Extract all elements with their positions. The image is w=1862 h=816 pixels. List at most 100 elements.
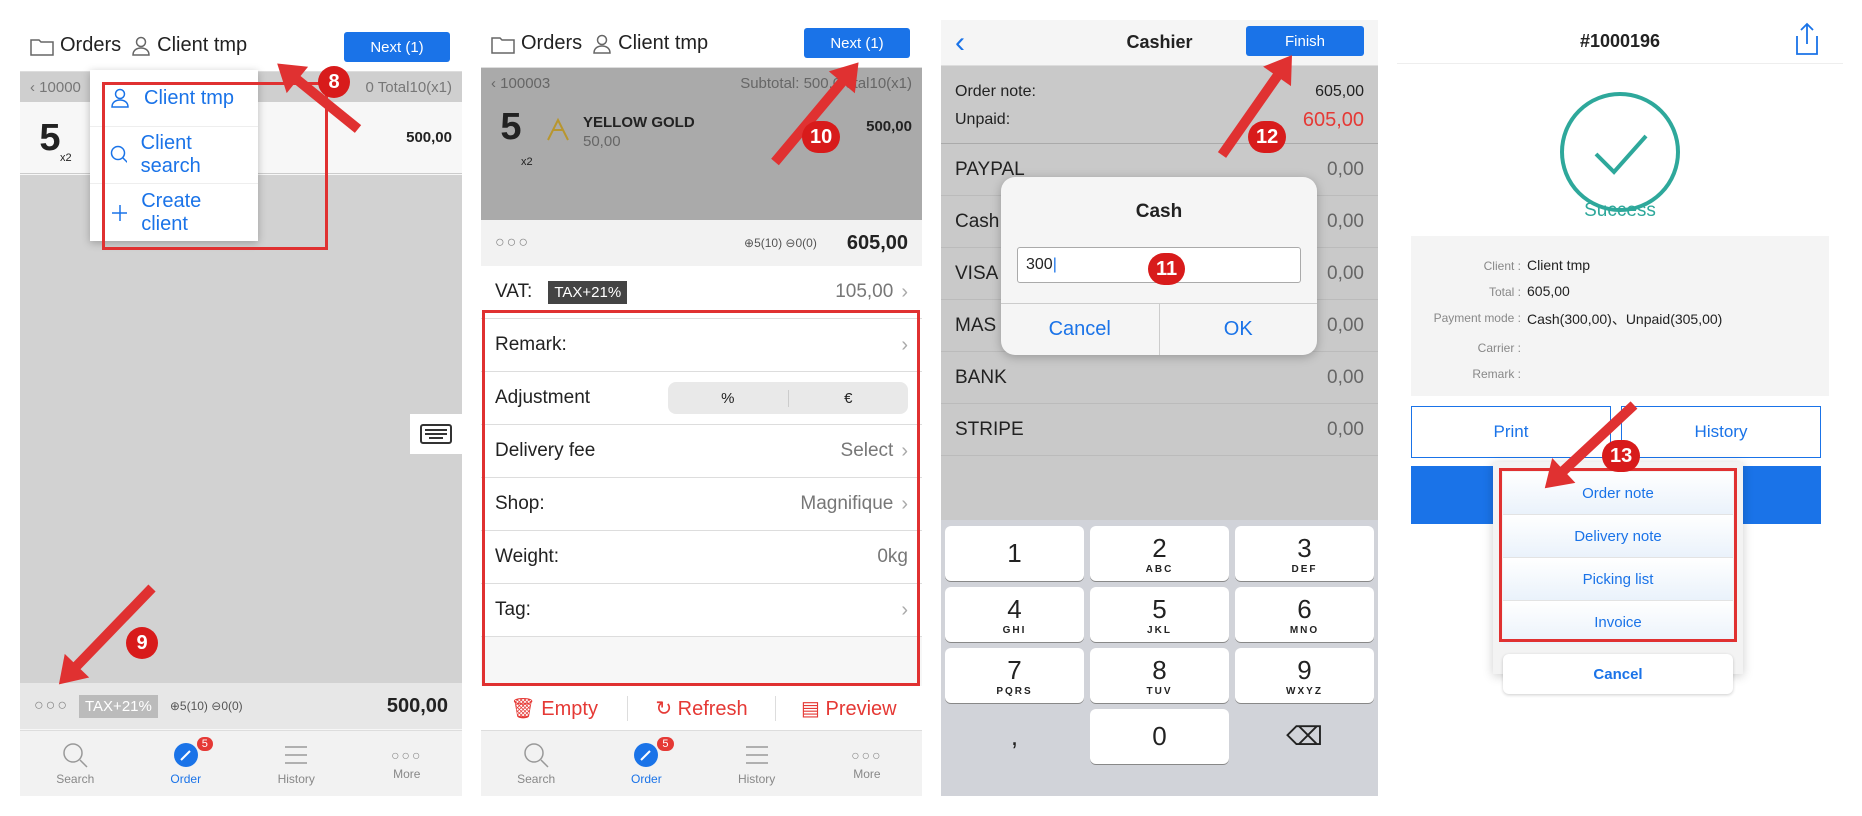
refresh-button[interactable]: ↻ Refresh [628,695,776,721]
tab-label: History [277,771,315,786]
step-badge: 9 [126,627,158,659]
item-unit-price: 50,00 [583,133,621,150]
key-6[interactable]: 6 MNO [1235,587,1374,642]
back-chevron-icon[interactable]: ‹ [955,26,965,60]
orders-crumb[interactable]: Orders [491,32,582,55]
key-digit: 1 [1007,538,1022,568]
jewelry-icon [547,117,569,141]
sheet-cancel-button[interactable]: Cancel [1503,654,1733,694]
order-details: Client : Client tmp Total : 605,00 Payment… [1411,236,1829,396]
tab-history[interactable]: History [702,731,812,796]
key-backspace[interactable]: ⌫ [1235,709,1374,764]
next-button[interactable]: Next (1) [804,28,910,58]
key-letters: GHI [1002,624,1027,636]
key-digit: 7 [1007,654,1022,685]
highlight-box [1499,468,1737,642]
search-icon [524,742,549,768]
dialog-cancel-button[interactable]: Cancel [1001,304,1160,355]
item-qty-sub: x2 [521,156,533,168]
detail-label: Payment mode : [1433,311,1521,325]
more-icon: ○○○ [391,746,423,763]
unpaid-label: Unpaid: [955,111,1011,128]
finish-button[interactable]: Finish [1246,26,1364,56]
key-digit: 9 [1297,654,1312,685]
plus-count: 5(10) [179,699,208,713]
step-badge: 8 [318,66,350,98]
key-9[interactable]: 9 WXYZ [1235,648,1374,703]
key-7[interactable]: 7 PQRS [945,648,1084,703]
method-amount: 0,00 [1327,314,1364,336]
success-label: Success [1584,200,1656,221]
key-letters: MNO [1289,624,1320,636]
key-digit: 5 [1152,593,1167,624]
key-digit: 8 [1152,654,1167,685]
tab-order[interactable]: 5 Order [591,731,701,796]
step-badge: 11 [1148,253,1186,285]
orders-crumb[interactable]: Orders [30,34,121,57]
key-letters: ABC [1145,563,1174,575]
method-name: VISA [955,262,999,284]
more-dots[interactable]: ○○○ [34,697,69,715]
more-dots[interactable]: ○○○ [495,234,530,252]
unpaid-value: 605,00 [1302,109,1364,131]
plus-count: 5(10) [754,236,783,250]
client-crumb[interactable]: Client tmp [592,32,708,55]
key-2[interactable]: 2 ABC [1090,526,1229,581]
order-icon [634,742,659,767]
key-3[interactable]: 3 DEF [1235,526,1374,581]
back-order[interactable]: ‹ 10000 [30,79,81,96]
share-icon[interactable] [1793,22,1821,56]
client-crumb[interactable]: Client tmp [131,34,247,57]
key-digit: 6 [1297,593,1312,624]
empty-button[interactable]: 🗑 Empty [481,695,629,721]
tab-label: Search [517,771,556,786]
step-badge: 12 [1248,121,1287,153]
subtotal-text: Subtotal: 500,0 [740,74,842,92]
item-qty-sub: x2 [60,152,72,164]
dialog-title: Cash [1135,201,1183,222]
detail-label: Total : [1488,285,1521,299]
order-summary: ○○○ ⊕5(10) ⊖0(0) 605,00 [481,220,922,266]
step-badge: 10 [802,121,841,153]
dialog-ok-button[interactable]: OK [1160,304,1318,355]
preview-button[interactable]: ▤ Preview [776,696,922,721]
key-8[interactable]: 8 TUV [1090,648,1229,703]
tab-bar: Search 5 Order History ○○○ More [20,730,462,796]
tab-order[interactable]: 5 Order [131,731,242,796]
order-actions: 🗑 Empty ↻ Refresh ▤ Preview [481,686,922,730]
detail-value: Cash(300,00)、Unpaid(305,00) [1527,311,1723,327]
panel-cashier: ‹ Cashier Finish Order note: 605,00 Unpai… [941,20,1378,796]
key-comma[interactable]: , [945,709,1084,764]
tab-bar: Search 5 Order History ○○○ More [481,730,922,796]
tab-search[interactable]: Search [20,731,131,796]
tax-chip: TAX+21% [79,694,158,718]
key-4[interactable]: 4 GHI [945,587,1084,642]
cash-input-value: 300 [1026,256,1053,273]
key-5[interactable]: 5 JKL [1090,587,1229,642]
key-digit: 3 [1297,532,1312,563]
tab-history[interactable]: History [241,731,352,796]
key-digit: 2 [1152,532,1167,563]
key-1[interactable]: 1 [945,526,1084,581]
history-button[interactable]: History [1621,406,1821,458]
tab-more[interactable]: ○○○ More [352,731,463,796]
vat-tag: TAX+21% [548,280,628,304]
page-title: Cashier [1126,32,1193,52]
tab-more[interactable]: ○○○ More [812,731,922,796]
back-order[interactable]: ‹ 100003 [491,75,550,92]
item-price: 500,00 [866,118,912,135]
numeric-keypad: 1 2 ABC 3 DEF 4 GHI 5 JKL 6 MNO 7 PQRS 8 TUV 9W… [941,520,1378,796]
success-check-icon [1560,92,1680,212]
keyboard-button[interactable] [410,414,462,454]
detail-carrier: Carrier : [1411,334,1829,360]
method-amount: 0,00 [1327,210,1364,232]
method-name: Cash [955,210,1000,232]
next-button[interactable]: Next (1) [344,32,450,62]
tab-search[interactable]: Search [481,731,591,796]
method-amount: 0,00 [1327,366,1364,388]
payment-row[interactable]: BANK 0,00 [941,352,1378,404]
vat-label: VAT: [495,281,533,302]
item-info: YELLOW GOLD 50,00 [583,108,695,150]
key-0[interactable]: 0 [1090,709,1229,764]
payment-row[interactable]: STRIPE 0,00 [941,404,1378,456]
